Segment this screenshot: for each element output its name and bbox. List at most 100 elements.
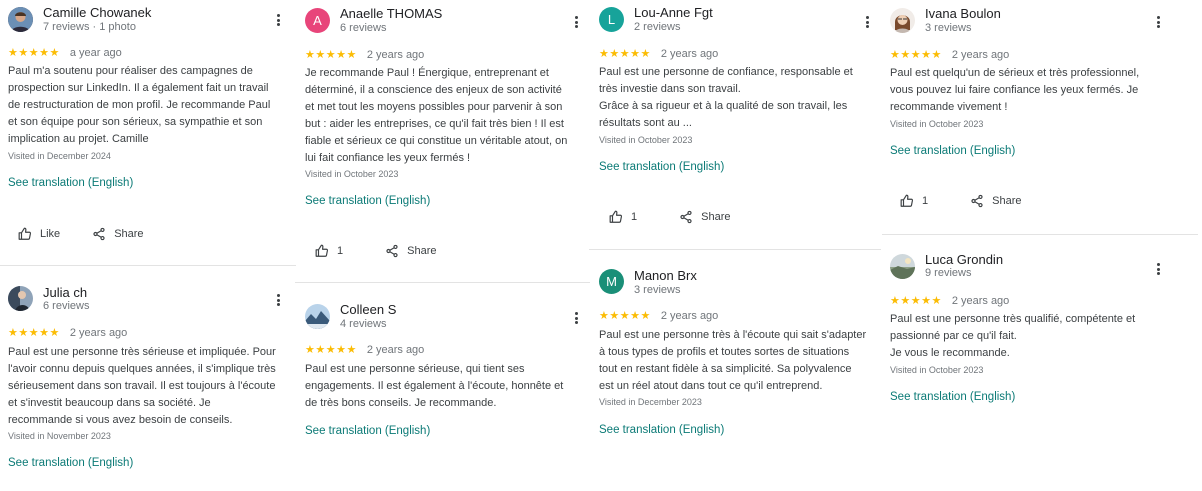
share-button[interactable]: Share <box>970 194 1021 208</box>
review-rating: ★★★★★ 2 years ago <box>305 48 424 62</box>
reviewer-avatar[interactable] <box>305 304 330 329</box>
review-time: 2 years ago <box>366 343 425 356</box>
visited-date: Visited in October 2023 <box>305 169 399 179</box>
review-column-3: L Lou-Anne Fgt 2 reviews ★★★★★ 2 years a… <box>589 0 881 491</box>
reviewer-name[interactable]: Luca Grondin <box>925 252 1003 267</box>
review-column-1: Camille Chowanek 7 reviews · 1 photo ★★★… <box>0 0 296 491</box>
review-time: 2 years ago <box>660 309 719 322</box>
review-actions: Like Share <box>8 222 144 246</box>
review-text: Paul est quelqu'un de sérieux et très pr… <box>890 67 1140 113</box>
review-card-ivana: Ivana Boulon 3 reviews ★★★★★ 2 years ago… <box>890 0 1170 230</box>
share-icon <box>92 227 106 241</box>
share-label: Share <box>701 211 731 223</box>
share-icon <box>385 244 399 258</box>
more-options-icon[interactable] <box>272 12 284 28</box>
reviewer-name[interactable]: Julia ch <box>43 285 87 300</box>
landscape-photo-icon <box>305 304 330 329</box>
review-text: Paul est une personne sérieuse, qui tien… <box>305 363 564 409</box>
review-rating: ★★★★★ 2 years ago <box>305 343 425 357</box>
see-translation-link[interactable]: See translation (English) <box>305 425 430 437</box>
review-card-anaelle: A Anaelle THOMAS 6 reviews ★★★★★ 2 years… <box>305 0 588 280</box>
review-rating: ★★★★★ 2 years ago <box>890 48 1010 62</box>
reviewer-avatar[interactable] <box>8 7 33 32</box>
review-divider <box>0 265 296 266</box>
reviewer-avatar[interactable]: M <box>599 269 624 294</box>
reviewer-stats: 9 reviews <box>925 267 972 279</box>
review-time: a year ago <box>69 46 122 59</box>
visited-date: Visited in October 2023 <box>890 365 984 375</box>
reviewer-name[interactable]: Camille Chowanek <box>43 5 151 20</box>
like-count: 1 <box>631 211 638 223</box>
share-label: Share <box>992 195 1022 207</box>
reviewer-name[interactable]: Anaelle THOMAS <box>340 6 442 21</box>
visited-date: Visited in October 2023 <box>599 135 693 145</box>
see-translation-link[interactable]: See translation (English) <box>890 391 1015 403</box>
review-column-4: Ivana Boulon 3 reviews ★★★★★ 2 years ago… <box>882 0 1198 491</box>
like-count: 1 <box>922 195 929 207</box>
review-text: Paul est une personne très à l'écoute qu… <box>599 329 867 392</box>
see-translation-link[interactable]: See translation (English) <box>8 457 133 469</box>
reviewer-name[interactable]: Manon Brx <box>634 268 697 283</box>
thumbs-up-icon <box>900 194 914 208</box>
like-button[interactable]: 1 <box>609 210 637 224</box>
share-icon <box>679 210 693 224</box>
more-options-icon[interactable] <box>272 292 284 308</box>
reviewer-stats: 3 reviews <box>634 284 681 296</box>
share-button[interactable]: Share <box>92 227 144 241</box>
visited-date: Visited in December 2023 <box>599 397 702 407</box>
review-text: Paul m'a soutenu pour réaliser des campa… <box>8 65 271 145</box>
more-options-icon[interactable] <box>570 14 582 30</box>
review-divider <box>882 234 1198 235</box>
reviewer-header: A Anaelle THOMAS 6 reviews <box>305 0 588 40</box>
like-button[interactable]: 1 <box>315 244 343 258</box>
visited-date: Visited in October 2023 <box>890 119 984 129</box>
reviewer-header: Ivana Boulon 3 reviews <box>890 0 1170 40</box>
see-translation-link[interactable]: See translation (English) <box>305 195 430 207</box>
reviewer-name[interactable]: Colleen S <box>340 302 396 317</box>
like-button[interactable]: 1 <box>900 194 928 208</box>
reviewer-stats: 3 reviews <box>925 22 972 34</box>
reviewer-name[interactable]: Lou-Anne Fgt <box>634 5 713 20</box>
more-options-icon[interactable] <box>1152 261 1164 277</box>
review-actions: 1 Share <box>890 189 1021 213</box>
review-text: Paul est une personne très sérieuse et i… <box>8 346 276 426</box>
reviewer-avatar[interactable]: L <box>599 7 624 32</box>
landscape-photo-icon <box>890 254 915 279</box>
more-options-icon[interactable] <box>861 14 873 30</box>
reviewer-avatar[interactable] <box>890 254 915 279</box>
more-options-icon[interactable] <box>1152 14 1164 30</box>
star-rating-icon: ★★★★★ <box>890 295 942 307</box>
reviewer-header: Julia ch 6 reviews <box>8 284 290 324</box>
avatar-letter: L <box>607 12 616 27</box>
share-button[interactable]: Share <box>679 210 730 224</box>
share-label: Share <box>114 228 144 240</box>
share-button[interactable]: Share <box>385 244 436 258</box>
review-column-2: A Anaelle THOMAS 6 reviews ★★★★★ 2 years… <box>295 0 590 491</box>
reviewer-avatar[interactable] <box>890 8 915 33</box>
star-rating-icon: ★★★★★ <box>8 47 60 59</box>
review-rating: ★★★★★ a year ago <box>8 46 122 60</box>
review-card-louanne: L Lou-Anne Fgt 2 reviews ★★★★★ 2 years a… <box>599 0 879 246</box>
star-rating-icon: ★★★★★ <box>890 49 942 61</box>
reviewer-header: Camille Chowanek 7 reviews · 1 photo <box>8 0 290 40</box>
review-rating: ★★★★★ 2 years ago <box>8 326 128 340</box>
like-count: 1 <box>337 245 344 257</box>
review-actions: 1 Share <box>599 205 730 229</box>
see-translation-link[interactable]: See translation (English) <box>890 145 1015 157</box>
see-translation-link[interactable]: See translation (English) <box>599 424 724 436</box>
reviewer-avatar[interactable] <box>8 286 33 311</box>
review-time: 2 years ago <box>951 294 1010 307</box>
see-translation-link[interactable]: See translation (English) <box>599 161 724 173</box>
like-button[interactable]: Like <box>18 227 60 241</box>
reviewer-name[interactable]: Ivana Boulon <box>925 6 1001 21</box>
reviewer-avatar[interactable]: A <box>305 8 330 33</box>
more-options-icon[interactable] <box>570 310 582 326</box>
review-time: 2 years ago <box>951 48 1010 61</box>
visited-date: Visited in December 2024 <box>8 151 111 161</box>
review-divider <box>589 249 881 250</box>
reviewer-header: Colleen S 4 reviews <box>305 301 588 341</box>
star-rating-icon: ★★★★★ <box>599 48 651 60</box>
review-time: 2 years ago <box>69 326 128 339</box>
see-translation-link[interactable]: See translation (English) <box>8 177 133 189</box>
reviewer-stats: 6 reviews <box>340 22 387 34</box>
